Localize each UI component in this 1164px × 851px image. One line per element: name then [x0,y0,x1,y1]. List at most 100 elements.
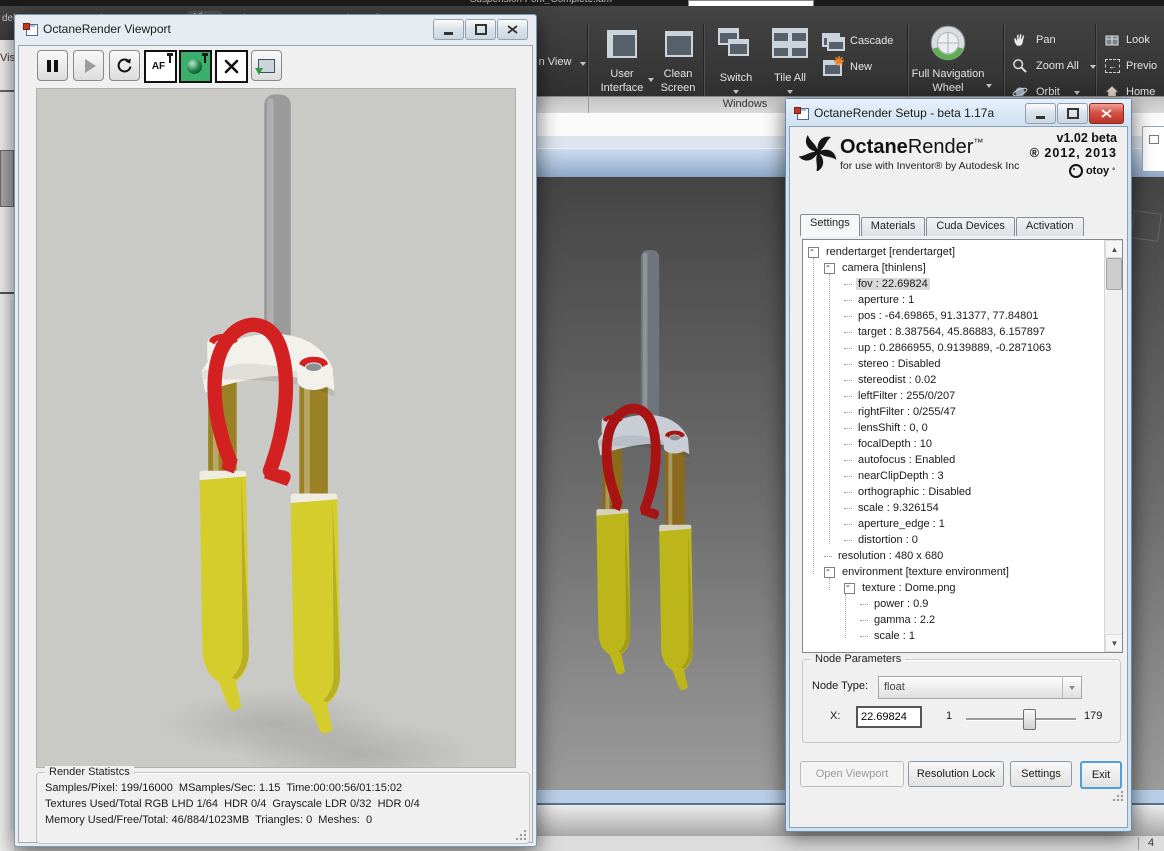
scroll-down-icon[interactable]: ▼ [1105,634,1122,652]
tree-item-resolution[interactable]: resolution : 480 x 680 [803,548,1122,564]
viewport-window-controls [433,19,528,40]
render-image[interactable] [36,88,516,768]
tree-item-stereodist[interactable]: stereodist : 0.02 [803,372,1122,388]
tree-item-orthographic[interactable]: orthographic : Disabled [803,484,1122,500]
tree-item-rendertarget[interactable]: rendertarget [rendertarget] [803,244,1122,260]
tab-materials[interactable]: Materials [860,217,926,236]
material-ball-toggle-button[interactable] [179,50,212,83]
cascade-button[interactable]: Cascade [820,33,906,53]
status-count: 4 [1148,837,1155,849]
settings-tree[interactable]: rendertarget [rendertarget] camera [thin… [802,239,1123,653]
tree-item-aperture-edge[interactable]: aperture_edge : 1 [803,516,1122,532]
settings-button[interactable]: Settings [1010,761,1072,787]
tree-item-aperture[interactable]: aperture : 1 [803,292,1122,308]
sphere-icon [186,59,202,74]
open-viewport-button[interactable]: Open Viewport [800,761,904,787]
resolution-lock-button[interactable]: Resolution Lock [908,761,1004,787]
slider-thumb[interactable] [1023,709,1036,730]
navigation-wheel-icon [930,25,966,61]
tree-item-leftfilter[interactable]: leftFilter : 255/0/207 [803,388,1122,404]
view-dropdown-partial[interactable]: n View [531,56,579,69]
tree-item-environment[interactable]: environment [texture environment] [803,564,1122,580]
tree-item-lensshift[interactable]: lensShift : 0, 0 [803,420,1122,436]
viewcube-fragment[interactable] [1130,210,1162,242]
tree-item-nearclipdepth[interactable]: nearClipDepth : 3 [803,468,1122,484]
restart-render-button[interactable] [109,50,140,81]
tree-scrollbar[interactable]: ▲ ▼ [1104,240,1122,652]
ribbon-separator [1096,24,1097,96]
cascade-icon-2 [827,37,845,51]
resize-grip[interactable] [1113,791,1123,801]
tree-item-focaldepth[interactable]: focalDepth : 10 [803,436,1122,452]
close-button[interactable] [1089,103,1124,124]
tree-item-texture[interactable]: texture : Dome.png [803,580,1122,596]
user-interface-button[interactable]: User Interface [590,28,654,100]
x-value-input[interactable] [856,706,922,728]
tree-item-autofocus[interactable]: autofocus : Enabled [803,452,1122,468]
new-window-button[interactable]: New [820,56,906,78]
zoom-all-label: Zoom All [1036,60,1079,72]
tree-item-distortion[interactable]: distortion : 0 [803,532,1122,548]
magnifier-icon [1013,59,1027,73]
brand-subtitle: for use with Inventor® by Autodesk Inc [840,160,1020,172]
render-statistics-label: Render Statistcs [45,766,134,778]
tile-all-icon [772,28,790,43]
pause-render-button[interactable] [37,50,68,81]
tree-item-fov[interactable]: fov : 22.69824 [803,276,1122,292]
fov-slider[interactable] [966,709,1076,730]
pan-button[interactable]: Pan [1012,32,1092,50]
close-button[interactable] [497,19,528,40]
play-render-button[interactable] [73,50,104,81]
group-separator [588,97,589,113]
resize-grip[interactable] [516,830,526,840]
tile-all-icon [790,43,808,58]
divider [0,292,14,294]
autofocus-toggle-button[interactable]: AF [144,50,177,83]
export-render-button[interactable] [251,50,282,81]
previous-view-button[interactable]: ← Previo [1104,58,1164,76]
minimize-button[interactable] [433,19,464,40]
close-render-button[interactable] [215,50,248,83]
look-at-button[interactable]: Look [1104,32,1164,50]
tree-item-target[interactable]: target : 8.387564, 45.86883, 6.157897 [803,324,1122,340]
windows-group-label[interactable]: Windows [700,98,790,110]
node-type-select[interactable]: float [878,676,1082,699]
tree-item-power[interactable]: power : 0.9 [803,596,1122,612]
render-statistics-group: Render Statistcs Samples/Pixel: 199/1600… [36,766,530,844]
stats-line-samples: Samples/Pixel: 199/16000 MSamples/Sec: 1… [45,782,403,794]
tree-item-up[interactable]: up : 0.2866955, 0.9139889, -0.2871063 [803,340,1122,356]
tree-item-gamma[interactable]: gamma : 2.2 [803,612,1122,628]
scroll-up-icon[interactable]: ▲ [1105,240,1122,258]
x-label: X: [830,710,841,722]
switch-label: Switch [719,72,753,84]
tree-item-scale[interactable]: scale : 9.326154 [803,500,1122,516]
tree-item-stereo[interactable]: stereo : Disabled [803,356,1122,372]
tab-cuda-devices[interactable]: Cuda Devices [926,217,1015,236]
tree-item-texture-scale[interactable]: scale : 1 [803,628,1122,644]
tab-activation[interactable]: Activation [1015,217,1084,236]
full-navigation-wheel-button[interactable]: Full Navigation Wheel [900,22,996,102]
maximize-button[interactable] [465,19,496,40]
tree-collapse-icon[interactable] [844,580,855,594]
scroll-thumb[interactable] [1106,258,1122,290]
clean-screen-label-1: Clean [663,68,693,80]
left-partial-label: Vis [0,52,16,64]
look-at-icon [1105,35,1119,46]
tab-settings[interactable]: Settings [800,214,860,236]
tree-collapse-icon[interactable] [824,260,835,274]
tree-collapse-icon[interactable] [824,564,835,578]
tree-item-pos[interactable]: pos : -64.69865, 91.31377, 77.84801 [803,308,1122,324]
tree-collapse-icon[interactable] [808,244,819,258]
setup-client-area: OctaneRender™ for use with Inventor® by … [789,126,1128,828]
switch-button[interactable]: Switch [712,26,760,102]
maximize-button[interactable] [1057,103,1088,124]
tree-item-camera[interactable]: camera [thinlens] [803,260,1122,276]
tile-all-button[interactable]: Tile All [764,26,816,102]
exit-button[interactable]: Exit [1080,761,1122,789]
minimize-button[interactable] [1025,103,1056,124]
brand-name-light: Render [907,136,974,158]
zoom-all-button[interactable]: Zoom All [1012,58,1096,76]
clean-screen-button[interactable]: Clean Screen [652,28,704,100]
tree-item-rightfilter[interactable]: rightFilter : 0/255/47 [803,404,1122,420]
cad-fork-model[interactable] [578,250,709,708]
